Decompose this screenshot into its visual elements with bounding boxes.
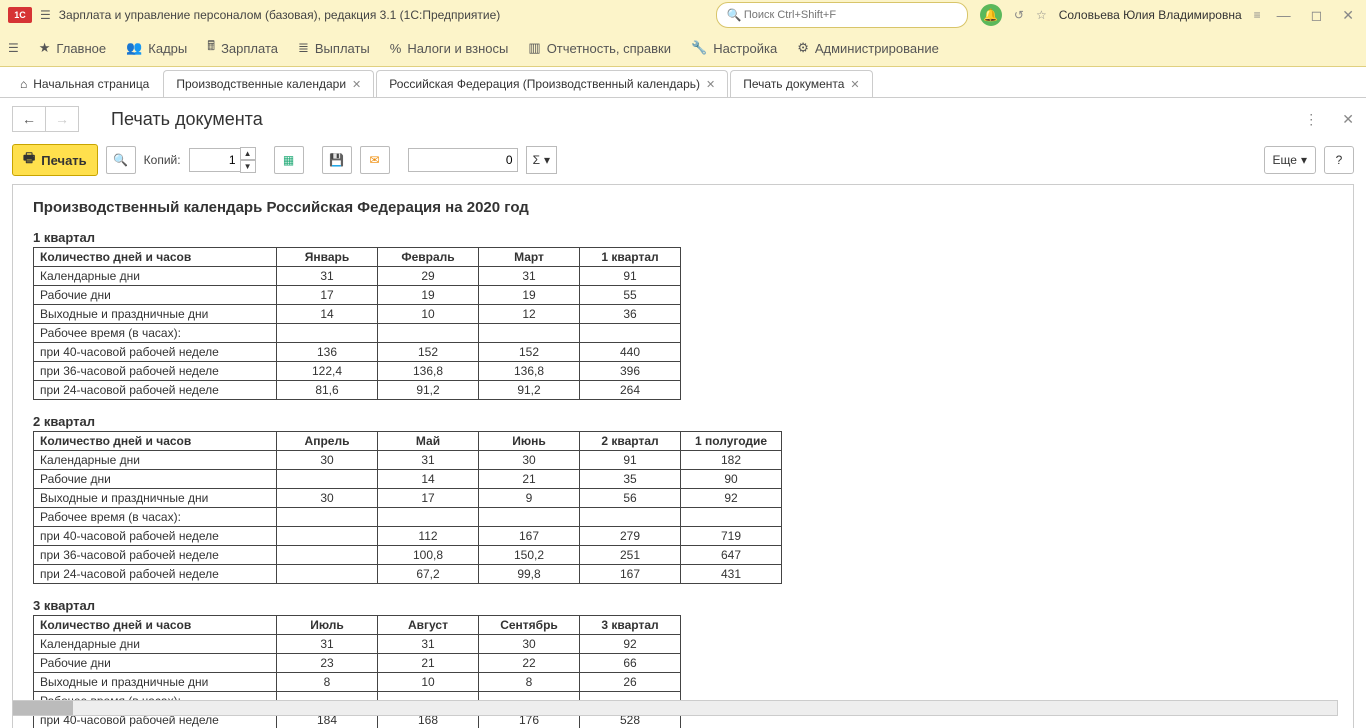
save-icon: 💾 — [329, 153, 344, 167]
menu-salary[interactable]: 🖩Зарплата — [207, 37, 278, 59]
tab-rf-calendar[interactable]: Российская Федерация (Производственный к… — [376, 70, 728, 97]
app-logo: 1C — [8, 7, 32, 23]
email-button[interactable]: ✉ — [360, 146, 390, 174]
list-icon: ≣ — [298, 40, 309, 56]
sigma-icon: Σ — [533, 153, 540, 167]
q3-title: 3 квартал — [33, 598, 1333, 613]
close-icon[interactable]: ✕ — [850, 78, 859, 91]
more-button[interactable]: Еще▾ — [1264, 146, 1316, 174]
sigma-button[interactable]: Σ▾ — [526, 146, 557, 174]
spin-down[interactable]: ▼ — [240, 160, 256, 173]
history-icon[interactable]: ↺ — [1014, 8, 1024, 22]
document-title: Производственный календарь Российская Фе… — [33, 199, 1333, 216]
kebab-icon[interactable]: ⋮ — [1304, 111, 1318, 128]
q2-title: 2 квартал — [33, 414, 1333, 429]
app-title: Зарплата и управление персоналом (базова… — [59, 8, 501, 22]
search-icon: 🔍 — [727, 8, 742, 22]
nav-forward-button[interactable]: → — [45, 106, 79, 132]
printer-icon: 🖶 — [23, 149, 35, 171]
minimize-button[interactable]: — — [1273, 7, 1295, 23]
page-header: ← → Печать документа ⋮ ✕ — [0, 98, 1366, 140]
menu-toggle-icon[interactable]: ☰ — [8, 41, 19, 55]
close-icon[interactable]: ✕ — [706, 78, 715, 91]
notifications-icon[interactable]: 🔔 — [980, 4, 1002, 26]
tab-calendars[interactable]: Производственные календари✕ — [163, 70, 374, 97]
percent-icon: % — [390, 41, 402, 56]
close-window-button[interactable]: ✕ — [1338, 7, 1358, 24]
menu-admin[interactable]: ⚙Администрирование — [797, 40, 939, 56]
copies-spinner[interactable]: ▲▼ — [189, 147, 256, 173]
print-button[interactable]: 🖶Печать — [12, 144, 98, 176]
close-icon[interactable]: ✕ — [352, 78, 361, 91]
menu-reports[interactable]: ▥Отчетность, справки — [528, 40, 671, 56]
search-input[interactable] — [742, 8, 957, 22]
q1-table: Количество дней и часовЯнварьФевральМарт… — [33, 247, 681, 400]
template-button[interactable]: ▦ — [274, 146, 304, 174]
menu-taxes[interactable]: %Налоги и взносы — [390, 41, 509, 56]
q2-table: Количество дней и часовАпрельМайИюнь2 кв… — [33, 431, 782, 584]
spin-up[interactable]: ▲ — [240, 147, 256, 160]
help-button[interactable]: ? — [1324, 146, 1354, 174]
gear-icon: ⚙ — [797, 40, 809, 56]
copies-input[interactable] — [189, 148, 241, 172]
doc-icon: ▥ — [528, 40, 540, 56]
save-button[interactable]: 💾 — [322, 146, 352, 174]
maximize-button[interactable]: ◻ — [1307, 7, 1327, 24]
people-icon: 👥 — [126, 40, 142, 56]
calc-icon: 🖩 — [207, 37, 215, 59]
search-box[interactable]: 🔍 — [716, 2, 968, 28]
mail-icon: ✉ — [370, 153, 380, 167]
titlebar: 1C ☰ Зарплата и управление персоналом (б… — [0, 0, 1366, 30]
menu-settings[interactable]: 🔧Настройка — [691, 40, 777, 56]
grid-icon: ▦ — [283, 153, 294, 167]
main-menu: ☰ ★Главное 👥Кадры 🖩Зарплата ≣Выплаты %На… — [0, 30, 1366, 67]
sum-field[interactable] — [408, 148, 518, 172]
document-area[interactable]: Производственный календарь Российская Фе… — [12, 184, 1354, 728]
menu-payments[interactable]: ≣Выплаты — [298, 40, 370, 56]
menu-main[interactable]: ★Главное — [39, 40, 106, 56]
copies-label: Копий: — [144, 153, 181, 167]
star-icon: ★ — [39, 40, 51, 56]
toolbar: 🖶Печать 🔍 Копий: ▲▼ ▦ 💾 ✉ Σ▾ Еще▾ ? — [0, 140, 1366, 180]
page-title: Печать документа — [111, 109, 263, 130]
wrench-icon: 🔧 — [691, 40, 707, 56]
nav-back-button[interactable]: ← — [12, 106, 46, 132]
tab-home[interactable]: ⌂Начальная страница — [8, 71, 161, 97]
user-name[interactable]: Соловьева Юлия Владимировна — [1059, 8, 1242, 22]
chevron-down-icon: ▾ — [544, 153, 550, 167]
tabs: ⌂Начальная страница Производственные кал… — [0, 67, 1366, 98]
chevron-down-icon: ▾ — [1301, 153, 1307, 167]
favorite-icon[interactable]: ☆ — [1036, 8, 1047, 22]
settings-icon[interactable]: ≡ — [1254, 8, 1261, 22]
home-icon: ⌂ — [20, 77, 27, 91]
tab-print-doc[interactable]: Печать документа✕ — [730, 70, 872, 97]
zoom-icon: 🔍 — [113, 153, 128, 167]
menu-personnel[interactable]: 👥Кадры — [126, 40, 187, 56]
q1-title: 1 квартал — [33, 230, 1333, 245]
scrollbar-thumb[interactable] — [13, 701, 73, 715]
close-page-button[interactable]: ✕ — [1342, 111, 1354, 128]
hamburger-icon[interactable]: ☰ — [40, 8, 51, 22]
preview-button[interactable]: 🔍 — [106, 146, 136, 174]
horizontal-scrollbar[interactable] — [12, 700, 1338, 716]
